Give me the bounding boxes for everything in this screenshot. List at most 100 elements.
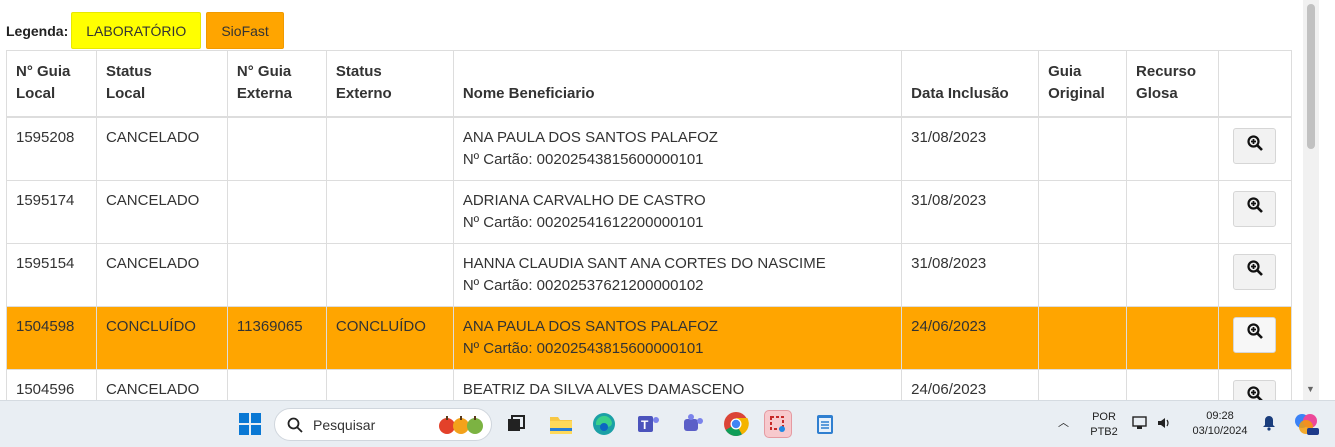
col-header-guia-original[interactable]: Guia Original <box>1038 50 1128 118</box>
beneficiario-name: HANNA CLAUDIA SANT ANA CORTES DO NASCIME <box>462 254 826 272</box>
search-placeholder: Pesquisar <box>313 416 376 433</box>
cell-guia-externa <box>226 242 327 307</box>
beneficiario-name: ANA PAULA DOS SANTOS PALAFOZ <box>462 317 718 335</box>
view-details-button[interactable] <box>1233 190 1277 227</box>
cell-nome-beneficiario: HANNA CLAUDIA SANT ANA CORTES DO NASCIME… <box>452 242 903 307</box>
cartao-number: Nº Cartão: 00202543815600000101 <box>462 339 704 357</box>
col-header-status-externo[interactable]: Status Externo <box>325 50 454 118</box>
copilot-icon[interactable] <box>1292 410 1320 438</box>
cell-status-local: CONCLUÍDO <box>95 305 228 370</box>
scrollbar-thumb[interactable] <box>1307 4 1315 149</box>
cell-recurso-glosa <box>1126 179 1219 244</box>
col-header-data-inclusao[interactable]: Data Inclusão <box>901 50 1040 118</box>
table-header-row: N° Guia Local Status Local N° Guia Externa … <box>6 50 1293 118</box>
volume-icon[interactable] <box>1156 415 1172 436</box>
zoom-in-icon <box>1247 197 1263 220</box>
page-scrollbar[interactable]: ▼ <box>1303 0 1319 400</box>
cell-recurso-glosa <box>1126 116 1219 181</box>
col-header-guia-local[interactable]: N° Guia Local <box>6 50 97 118</box>
cell-guia-original <box>1038 368 1128 400</box>
cell-status-local: CANCELADO <box>95 116 228 181</box>
cell-guia-original <box>1038 116 1128 181</box>
cell-actions <box>1217 368 1293 400</box>
cell-guia-externa <box>226 116 327 181</box>
cell-guia-local: 1504596 <box>6 368 97 400</box>
cell-guia-local: 1504598 <box>6 305 97 370</box>
cell-nome-beneficiario: BEATRIZ DA SILVA ALVES DAMASCENO <box>452 368 903 400</box>
col-header-status-local[interactable]: Status Local <box>95 50 228 118</box>
cell-data-inclusao: 31/08/2023 <box>901 179 1040 244</box>
cartao-number: Nº Cartão: 00202541612200000101 <box>462 213 704 231</box>
cell-actions <box>1217 116 1293 181</box>
cell-recurso-glosa <box>1126 242 1219 307</box>
main-page: Legenda: LABORATÓRIO SioFast N° Guia Loca… <box>0 0 1319 400</box>
table-row: 1595154 CANCELADO HANNA CLAUDIA SANT ANA C… <box>6 242 1293 307</box>
cell-status-externo <box>325 116 454 181</box>
network-icon[interactable] <box>1132 415 1148 436</box>
col-header-guia-externa[interactable]: N° Guia Externa <box>226 50 327 118</box>
view-details-button[interactable] <box>1233 253 1277 290</box>
teams-icon[interactable]: T <box>635 410 663 438</box>
cartao-number: Nº Cartão: 00202537621200000102 <box>462 276 704 294</box>
show-hidden-icons-chevron-icon[interactable]: ︿ <box>1058 416 1069 431</box>
view-details-button[interactable] <box>1233 316 1277 353</box>
zoom-in-icon <box>1247 386 1263 400</box>
col-header-nome-beneficiario[interactable]: Nome Beneficiario <box>452 50 903 118</box>
col-header-actions <box>1217 50 1293 118</box>
table-row: 1595208 CANCELADO ANA PAULA DOS SANTOS PAL… <box>6 116 1293 181</box>
table-row: 1504596 CANCELADO BEATRIZ DA SILVA ALVES D… <box>6 368 1293 400</box>
zoom-in-icon <box>1247 260 1263 283</box>
windows-taskbar: Pesquisar T ︿ POR PTB2 09:28 03/10/2024 <box>0 400 1335 447</box>
file-explorer-icon[interactable] <box>547 410 575 438</box>
notepad-icon[interactable] <box>811 410 839 438</box>
cell-guia-local: 1595154 <box>6 242 97 307</box>
notification-bell-icon[interactable] <box>1262 415 1276 436</box>
snipping-tool-icon[interactable] <box>764 410 792 438</box>
teams-chat-icon[interactable] <box>679 410 707 438</box>
view-details-button[interactable] <box>1233 128 1277 164</box>
cartao-number: Nº Cartão: 00202543815600000101 <box>462 151 704 168</box>
cell-guia-original <box>1038 305 1128 370</box>
cell-status-externo <box>325 179 454 244</box>
table-row: 1595174 CANCELADO ADRIANA CARVALHO DE CAST… <box>6 179 1293 244</box>
cell-guia-externa <box>226 179 327 244</box>
beneficiario-name: ADRIANA CARVALHO DE CASTRO <box>462 191 706 209</box>
search-highlight-icon <box>437 413 485 442</box>
clock[interactable]: 09:28 03/10/2024 <box>1186 409 1254 439</box>
cell-recurso-glosa <box>1126 305 1219 370</box>
cell-actions <box>1217 242 1293 307</box>
cell-recurso-glosa <box>1126 368 1219 400</box>
table-row: 1504598 CONCLUÍDO 11369065 CONCLUÍDO ANA PAU… <box>6 305 1293 370</box>
cell-actions <box>1217 305 1293 370</box>
zoom-in-icon <box>1247 323 1263 346</box>
cell-status-externo: CONCLUÍDO <box>325 305 454 370</box>
cell-nome-beneficiario: ANA PAULA DOS SANTOS PALAFOZ Nº Cartão: 0… <box>452 305 903 370</box>
search-icon <box>287 417 303 433</box>
cell-data-inclusao: 24/06/2023 <box>901 305 1040 370</box>
view-details-button[interactable] <box>1233 379 1277 400</box>
guias-table: N° Guia Local Status Local N° Guia Externa … <box>6 50 1293 400</box>
beneficiario-name: BEATRIZ DA SILVA ALVES DAMASCENO <box>462 380 745 398</box>
cell-guia-externa: 11369065 <box>226 305 327 370</box>
cell-status-externo <box>325 242 454 307</box>
col-header-recurso-glosa[interactable]: Recurso Glosa <box>1126 50 1219 118</box>
legend-chip-laboratorio: LABORATÓRIO <box>71 12 202 49</box>
chrome-icon[interactable] <box>722 410 750 438</box>
cell-data-inclusao: 24/06/2023 <box>901 368 1040 400</box>
cell-nome-beneficiario: ANA PAULA DOS SANTOS PALAFOZ Nº Cartão: 0… <box>452 116 903 181</box>
taskbar-search-input[interactable]: Pesquisar <box>274 408 492 441</box>
cell-nome-beneficiario: ADRIANA CARVALHO DE CASTRO Nº Cartão: 002… <box>452 179 903 244</box>
legend-chip-siofast: SioFast <box>206 12 284 49</box>
cell-guia-original <box>1038 179 1128 244</box>
windows-start-icon[interactable] <box>236 410 264 438</box>
zoom-in-icon <box>1247 134 1263 158</box>
legend-label: Legenda: <box>6 22 69 39</box>
language-indicator[interactable]: POR PTB2 <box>1090 410 1118 440</box>
cell-status-local: CANCELADO <box>95 242 228 307</box>
cell-status-externo <box>325 368 454 400</box>
scroll-down-arrow-icon[interactable]: ▼ <box>1306 384 1315 394</box>
cell-guia-local: 1595174 <box>6 179 97 244</box>
task-view-icon[interactable] <box>502 410 530 438</box>
svg-text:T: T <box>641 418 649 432</box>
edge-icon[interactable] <box>590 410 618 438</box>
